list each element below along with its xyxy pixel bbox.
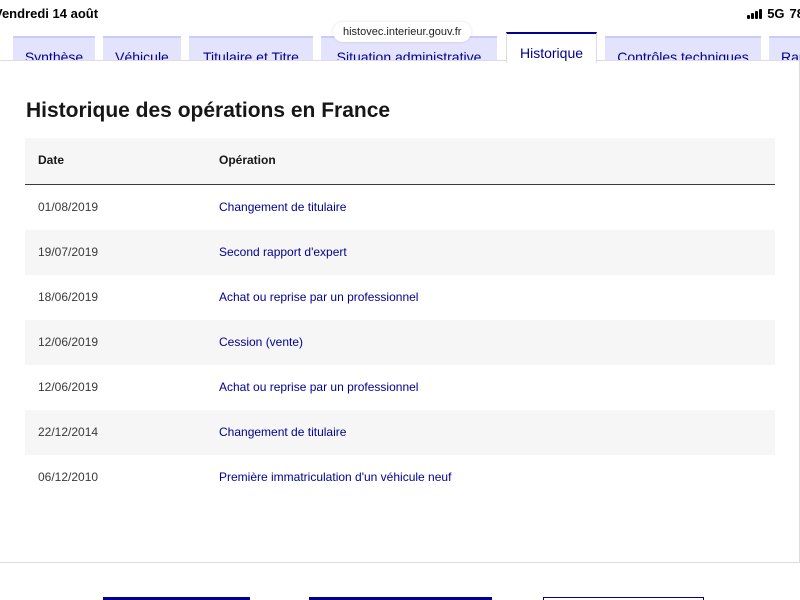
row-date: 18/06/2019 [38,290,99,304]
row-operation-link[interactable]: Achat ou reprise par un professionnel [219,380,418,394]
battery-level: 78 [789,6,800,21]
row-date: 06/12/2010 [38,470,99,484]
tab-historique[interactable]: Historique [506,32,597,63]
operations-table: Date Opération 01/08/2019 Changement de … [25,138,775,500]
table-row: 18/06/2019 Achat ou reprise par un profe… [25,275,775,320]
row-date: 12/06/2019 [38,380,99,394]
table-row: 01/08/2019 Changement de titulaire [25,185,775,230]
table-row: 12/06/2019 Cession (vente) [25,320,775,365]
page: Vendredi 14 août 5G 78 histovec.interieu… [0,0,800,600]
table-row: 22/12/2014 Changement de titulaire [25,410,775,455]
row-operation-link[interactable]: Achat ou reprise par un professionnel [219,290,418,304]
row-operation-link[interactable]: Second rapport d'expert [219,245,347,259]
row-operation-link[interactable]: Changement de titulaire [219,200,346,214]
network-label: 5G [767,6,785,21]
page-title: Historique des opérations en France [26,99,391,122]
tab-controles-techniques[interactable]: Contrôles techniques [605,36,761,62]
row-operation-link[interactable]: Cession (vente) [219,335,303,349]
tab-rapport[interactable]: Rapport [769,36,800,62]
tab-titulaire-titre[interactable]: Titulaire et Titre [189,36,313,62]
row-date: 22/12/2014 [38,425,99,439]
column-header-date: Date [38,153,65,167]
table-row: 12/06/2019 Achat ou reprise par un profe… [25,365,775,410]
row-date: 01/08/2019 [38,200,99,214]
url-bar[interactable]: histovec.interieur.gouv.fr [333,22,472,42]
row-operation-link[interactable]: Première immatriculation d'un véhicule n… [219,470,451,484]
tab-vehicule[interactable]: Véhicule [103,36,181,62]
status-indicators: 5G 78 [747,6,800,21]
table-row: 19/07/2019 Second rapport d'expert [25,230,775,275]
table-row: 06/12/2010 Première immatriculation d'un… [25,455,775,500]
table-header: Date Opération [25,138,775,185]
row-operation-link[interactable]: Changement de titulaire [219,425,346,439]
signal-icon [747,8,763,19]
row-date: 19/07/2019 [38,245,99,259]
status-time: Vendredi 14 août [0,6,99,21]
tab-synthese[interactable]: Synthèse [13,36,95,62]
row-date: 12/06/2019 [38,335,99,349]
column-header-operation: Opération [219,153,276,167]
